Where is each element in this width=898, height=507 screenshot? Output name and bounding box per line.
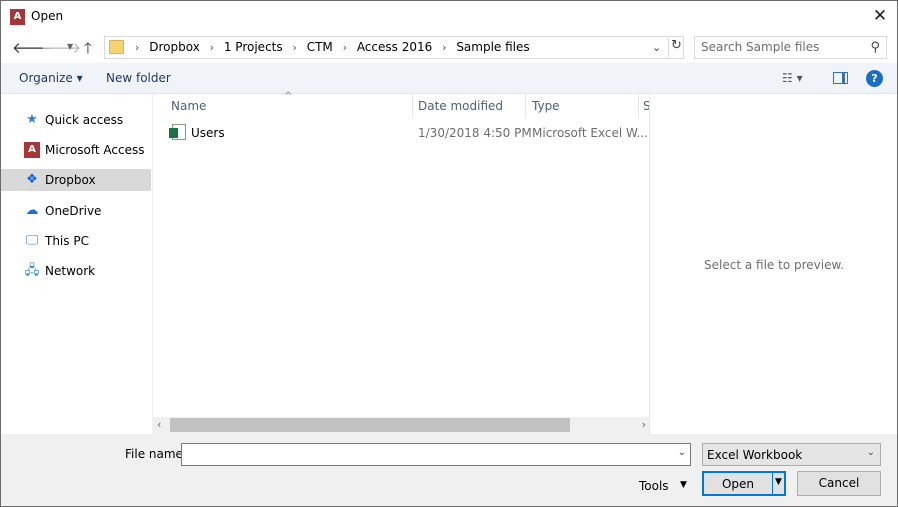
table-row[interactable]: Users 1/30/2018 4:50 PM Microsoft Excel … bbox=[153, 121, 650, 143]
folder-icon bbox=[109, 40, 124, 54]
forward-arrow-icon[interactable]: 🡒 bbox=[41, 38, 81, 57]
up-arrow-icon[interactable]: 🡑 bbox=[84, 38, 92, 63]
breadcrumb-item[interactable]: 1 Projects bbox=[224, 40, 283, 54]
sidebar-item-label: Network bbox=[45, 264, 96, 278]
excel-file-icon bbox=[169, 124, 186, 140]
scroll-left-arrow-icon[interactable]: ‹ bbox=[157, 418, 161, 431]
breadcrumb-separator[interactable]: › bbox=[442, 41, 446, 54]
sidebar-item-this-pc[interactable]: 🖵 This PC bbox=[1, 230, 151, 252]
file-name-cell: Users bbox=[191, 126, 225, 140]
file-type-chevron-icon: ⌄ bbox=[866, 447, 875, 458]
column-header-date-modified[interactable]: Date modified bbox=[413, 94, 525, 118]
column-header-label: Type bbox=[532, 99, 560, 113]
sidebar-item-label: OneDrive bbox=[45, 204, 102, 218]
address-bar[interactable]: › Dropbox › 1 Projects › CTM › Access 20… bbox=[104, 36, 684, 59]
sidebar-item-label: Microsoft Access bbox=[45, 143, 145, 157]
cancel-button[interactable]: Cancel bbox=[797, 471, 881, 496]
breadcrumb-separator[interactable]: › bbox=[210, 41, 214, 54]
breadcrumb-item[interactable]: Access 2016 bbox=[357, 40, 432, 54]
sidebar-item-label: Quick access bbox=[45, 113, 124, 127]
breadcrumb-separator[interactable]: › bbox=[292, 41, 296, 54]
file-name-combobox[interactable]: ⌄ bbox=[181, 443, 691, 466]
breadcrumb-item[interactable]: Sample files bbox=[456, 40, 529, 54]
sidebar-item-onedrive[interactable]: ☁ OneDrive bbox=[1, 200, 151, 222]
title-bar: A Open ✕ bbox=[1, 1, 897, 32]
dialog-title: Open bbox=[31, 9, 64, 23]
preview-message: Select a file to preview. bbox=[704, 258, 844, 272]
star-icon: ★ bbox=[26, 112, 38, 127]
breadcrumb-separator: › bbox=[135, 41, 140, 54]
dialog-footer: File name: ⌄ Excel Workbook ⌄ Tools ▼ Op… bbox=[1, 434, 897, 506]
file-name-field[interactable] bbox=[185, 447, 665, 461]
navigation-pane: ★ Quick access A Microsoft Access ❖ Drop… bbox=[1, 94, 152, 434]
column-header-label: Name bbox=[171, 99, 207, 113]
network-icon: 🖧 bbox=[24, 263, 40, 278]
access-app-icon: A bbox=[10, 9, 25, 25]
access-icon: A bbox=[24, 142, 40, 158]
file-type-value: Excel Workbook bbox=[707, 448, 803, 462]
open-dialog: A Open ✕ 🡐 🡒 ▼ 🡑 › Dropbox › 1 Projects … bbox=[0, 0, 898, 507]
sidebar-item-quick-access[interactable]: ★ Quick access bbox=[1, 109, 151, 131]
file-name-dropdown-chevron-icon[interactable]: ⌄ bbox=[678, 447, 686, 458]
horizontal-scrollbar[interactable]: ‹ › bbox=[153, 417, 650, 434]
scroll-right-arrow-icon[interactable]: › bbox=[642, 418, 646, 431]
search-input[interactable] bbox=[701, 40, 861, 54]
help-icon[interactable]: ? bbox=[866, 70, 883, 87]
search-icon[interactable]: ⚲ bbox=[870, 40, 880, 55]
tools-label: Tools bbox=[639, 479, 669, 493]
sidebar-item-dropbox[interactable]: ❖ Dropbox bbox=[1, 169, 151, 191]
sidebar-item-microsoft-access[interactable]: A Microsoft Access bbox=[1, 139, 151, 161]
date-modified-cell: 1/30/2018 4:50 PM bbox=[418, 126, 532, 140]
scrollbar-thumb[interactable] bbox=[170, 418, 570, 432]
open-button[interactable]: Open ▼ bbox=[702, 471, 786, 496]
recent-locations-chevron-icon[interactable]: ▼ bbox=[67, 42, 73, 51]
breadcrumb-item[interactable]: Dropbox bbox=[149, 40, 200, 54]
open-split-divider bbox=[772, 473, 773, 494]
file-type-select[interactable]: Excel Workbook ⌄ bbox=[702, 443, 881, 466]
close-icon[interactable]: ✕ bbox=[872, 6, 888, 26]
open-label: Open bbox=[721, 477, 755, 491]
breadcrumb-separator[interactable]: › bbox=[343, 41, 347, 54]
organize-button[interactable]: Organize ▾ bbox=[19, 71, 83, 85]
cloud-icon: ☁ bbox=[25, 203, 39, 218]
dropbox-icon: ❖ bbox=[26, 172, 38, 187]
preview-pane: Select a file to preview. bbox=[649, 94, 897, 434]
file-list: ^ Name Date modified Type S Users 1/30/2… bbox=[152, 91, 650, 434]
tools-button[interactable]: Tools ▼ bbox=[637, 475, 691, 498]
tools-dropdown-icon: ▼ bbox=[680, 480, 687, 490]
breadcrumb: › Dropbox › 1 Projects › CTM › Access 20… bbox=[129, 40, 530, 54]
column-header-type[interactable]: Type bbox=[526, 94, 638, 118]
command-toolbar: Organize ▾ New folder ☷ ▾ ? bbox=[1, 63, 897, 94]
address-dropdown-chevron-icon[interactable]: ⌄ bbox=[652, 41, 661, 54]
preview-pane-icon[interactable] bbox=[833, 72, 848, 84]
search-box[interactable]: ⚲ bbox=[694, 36, 887, 59]
type-cell: Microsoft Excel W... bbox=[532, 126, 648, 140]
refresh-icon[interactable]: ↻ bbox=[668, 38, 684, 57]
sidebar-item-label: Dropbox bbox=[45, 173, 96, 187]
open-dropdown-icon[interactable]: ▼ bbox=[775, 477, 782, 487]
file-name-label: File name: bbox=[125, 447, 187, 461]
column-header-label: Date modified bbox=[418, 99, 504, 113]
column-header-name[interactable]: Name bbox=[153, 94, 412, 118]
new-folder-button[interactable]: New folder bbox=[106, 71, 171, 85]
breadcrumb-item[interactable]: CTM bbox=[307, 40, 333, 54]
monitor-icon: 🖵 bbox=[25, 233, 39, 248]
change-view-icon[interactable]: ☷ ▾ bbox=[782, 71, 803, 85]
sidebar-item-network[interactable]: 🖧 Network bbox=[1, 260, 151, 282]
sidebar-item-label: This PC bbox=[45, 234, 89, 248]
